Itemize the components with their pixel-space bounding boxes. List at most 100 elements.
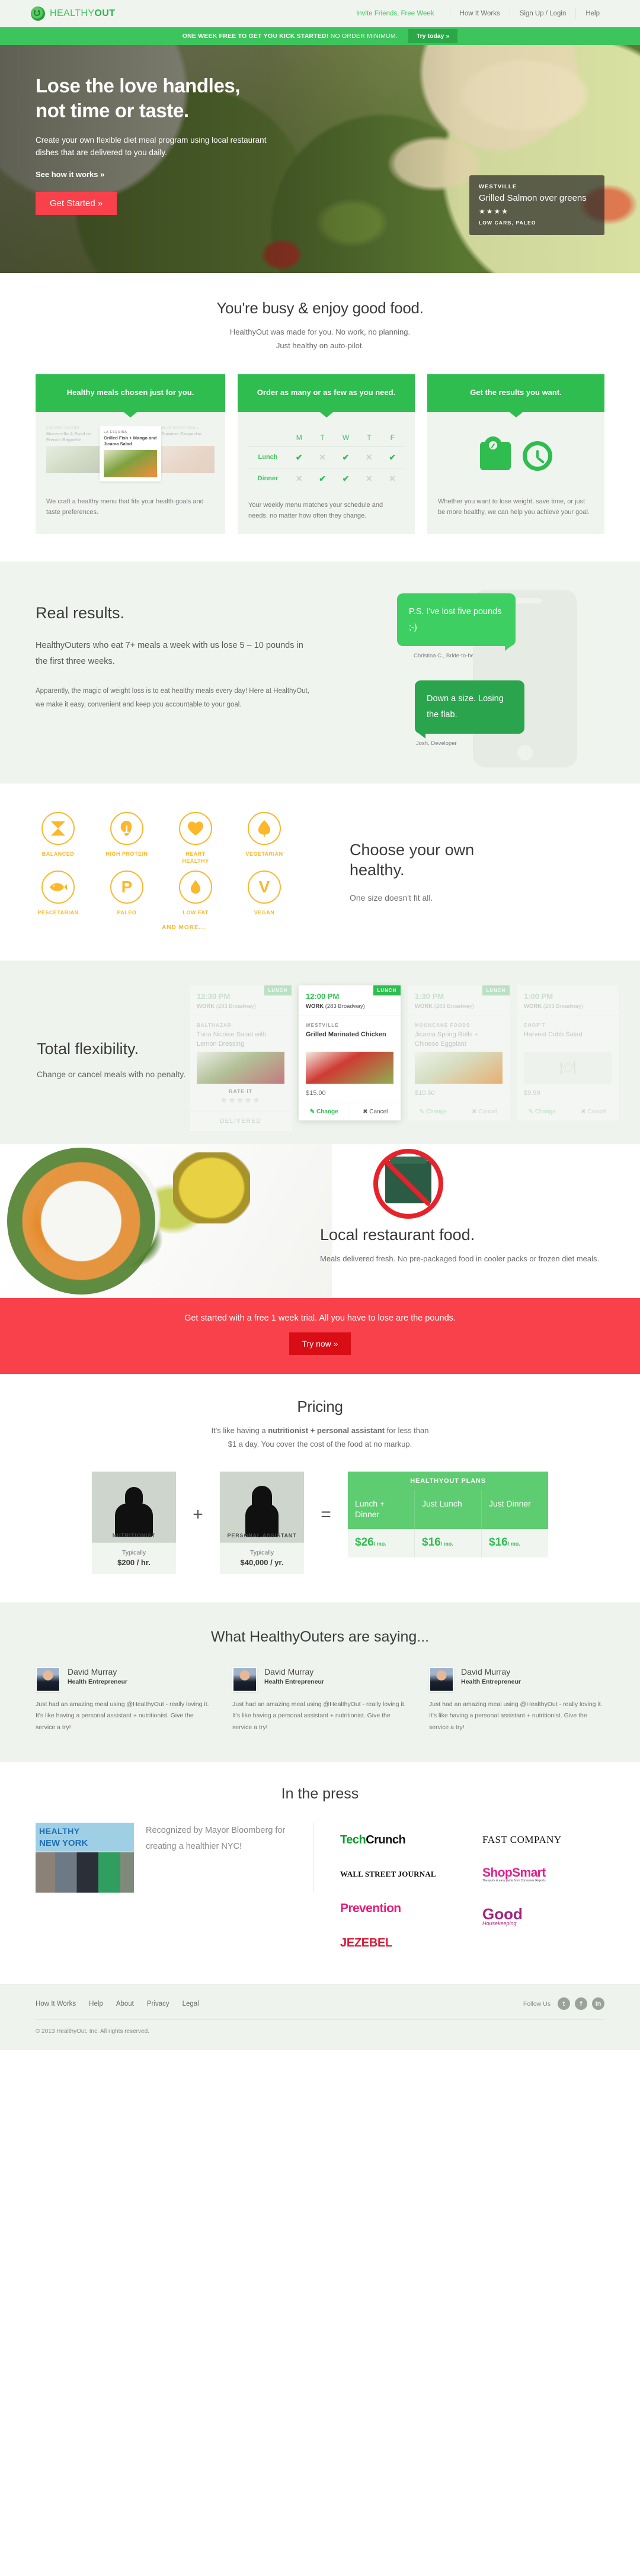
meal-placeholder-icon: 🍽 <box>524 1052 612 1084</box>
nav-signup-login[interactable]: Sign Up / Login <box>509 8 576 19</box>
pricing-lead-bold: nutritionist + personal assistant <box>268 1426 385 1435</box>
footer-social: Follow Us t f in <box>523 1997 604 2010</box>
total-flexibility-section: Total flexibility. Change or cancel meal… <box>0 961 640 1145</box>
droplet-icon <box>179 871 212 904</box>
nav-how-it-works[interactable]: How It Works <box>449 8 510 19</box>
meal-rate-it-label: RATE IT <box>229 1088 252 1095</box>
testimonial-text: Just had an amazing meal using @HealthyO… <box>232 1700 406 1731</box>
hero-see-how-it-works-link[interactable]: See how it works » <box>36 170 104 179</box>
cross-icon: ✕ <box>366 473 373 483</box>
check-icon: ✔ <box>342 473 350 483</box>
busy-lead: HealthyOut was made for you. No work, no… <box>0 326 640 353</box>
meal-card-delivered[interactable]: LUNCH 12:30 PM WORK (283 Broadway) BALTH… <box>190 985 292 1132</box>
press-logo-wsj: WALL STREET JOURNAL <box>340 1870 436 1879</box>
healthyout-plans-table: HEALTHYOUT PLANS Lunch + Dinner Just Lun… <box>348 1471 548 1574</box>
meal-cancel-button[interactable]: ✖ Cancel <box>567 1103 619 1121</box>
press-logo-shopsmart: ShopSmart The quick & easy guide from Con… <box>482 1866 546 1883</box>
diet-option-low-fat[interactable]: LOW FAT <box>173 871 218 916</box>
press-section: In the press HEALTHY NEW YORK Recognized… <box>0 1762 640 1984</box>
footer-link-how-it-works[interactable]: How It Works <box>36 2000 76 2008</box>
mini-menu-item-center[interactable]: LA ESQUINA Grilled Fish + Mango and Jica… <box>100 426 161 481</box>
choose-title: Choose your own healthy. <box>350 840 474 881</box>
hero-subheadline: Create your own flexible diet meal progr… <box>36 136 267 158</box>
footer-link-legal[interactable]: Legal <box>183 2000 199 2008</box>
nav-help[interactable]: Help <box>575 8 609 19</box>
results-body-text: Apparently, the magic of weight loss is … <box>36 688 309 708</box>
drumstick-icon <box>110 812 143 846</box>
diet-option-pescetarian[interactable]: PESCETARIAN <box>36 871 81 916</box>
press-photo-banner-2: NEW YORK <box>39 1838 88 1849</box>
meal-restaurant: MOONCAKE FOODS <box>415 1023 471 1029</box>
hero-get-started-button[interactable]: Get Started » <box>36 192 117 215</box>
twitter-icon[interactable]: t <box>558 1997 570 2010</box>
meal-card-active[interactable]: LUNCH 12:00 PM WORK (283 Broadway) WESTV… <box>299 985 401 1121</box>
cta-try-now-button[interactable]: Try now » <box>289 1332 351 1356</box>
meal-card-upcoming-2[interactable]: 1:00 PM WORK (283 Broadway) CHOP'T Harve… <box>517 985 619 1121</box>
pencil-icon: ✎ <box>528 1109 534 1116</box>
diet-option-vegan[interactable]: V VEGAN <box>242 871 287 916</box>
avatar <box>232 1666 257 1692</box>
linkedin-icon[interactable]: in <box>592 1997 604 2010</box>
footer-links: How It Works Help About Privacy Legal <box>36 2000 199 2008</box>
brand-logo[interactable]: HEALTHYOUT <box>31 7 115 21</box>
testimonial-role: Health Entrepreneur <box>461 1678 521 1685</box>
mini-menu-restaurant: LIBRARY TAVERN <box>46 426 79 430</box>
mini-menu-dish: Summer Gazpacho <box>161 431 201 436</box>
diet-option-high-protein[interactable]: HIGH PROTEIN <box>104 812 149 865</box>
meal-dish: Grilled Marinated Chicken <box>306 1031 386 1039</box>
meal-cancel-button[interactable]: ✖ Cancel <box>349 1103 401 1121</box>
choose-subtitle: One size doesn't fit all. <box>350 893 433 903</box>
bloomberg-award-photo: HEALTHY NEW YORK <box>36 1823 134 1893</box>
check-icon: ✔ <box>319 473 326 483</box>
schedule-row-label: Dinner <box>248 467 287 489</box>
facebook-icon[interactable]: f <box>575 1997 587 2010</box>
feature-card-results: Get the results you want. Whether you wa… <box>427 374 604 534</box>
salad-bowl-photo <box>7 1148 155 1295</box>
equals-operator: = <box>321 1505 331 1525</box>
meal-badge-diet-tags: LOW CARB, PALEO <box>479 220 536 226</box>
diet-option-paleo[interactable]: P PALEO <box>104 871 149 916</box>
feature-card-1-text: We craft a healthy menu that fits your h… <box>46 497 204 516</box>
diet-option-vegetarian[interactable]: VEGETARIAN <box>242 812 287 865</box>
nav-invite-friends[interactable]: Invite Friends, Free Week <box>356 10 449 17</box>
meal-badge-restaurant: WESTVILLE <box>479 184 517 190</box>
meal-change-button[interactable]: ✎ Change <box>517 1103 568 1120</box>
testimonial-card-3: David Murray Health Entrepreneur Just ha… <box>429 1666 604 1733</box>
promo-banner: ONE WEEK FREE TO GET YOU KICK STARTED! N… <box>0 27 640 45</box>
diet-label: HIGH PROTEIN <box>105 851 148 857</box>
footer-link-privacy[interactable]: Privacy <box>147 2000 169 2008</box>
feature-card-3-header: Get the results you want. <box>427 374 604 412</box>
hero-meal-badge: WESTVILLE Grilled Salmon over greens ★★★… <box>469 175 604 235</box>
meal-tag-badge: LUNCH <box>482 985 510 996</box>
meal-change-button[interactable]: ✎ Change <box>299 1103 350 1120</box>
cross-icon: ✖ <box>472 1109 477 1116</box>
meal-price: $9.99 <box>524 1090 540 1097</box>
diet-label: HEART HEALTHY <box>182 851 209 865</box>
diet-option-balanced[interactable]: BALANCED <box>36 812 81 865</box>
busy-section: You're busy & enjoy good food. HealthyOu… <box>0 273 640 561</box>
footer-link-help[interactable]: Help <box>89 2000 103 2008</box>
schedule-row-dinner: Dinner ✕ ✔ ✔ ✕ ✕ <box>248 467 404 489</box>
meal-price: $15.00 <box>306 1090 326 1097</box>
meal-location: WORK (283 Broadway) <box>415 1003 474 1010</box>
pricing-cost: $40,000 / yr. <box>240 1557 284 1567</box>
meal-change-button[interactable]: ✎ Change <box>408 1103 459 1120</box>
meal-photo <box>306 1052 393 1084</box>
testimonials-section: What HealthyOuters are saying... David M… <box>0 1602 640 1762</box>
meal-dish: Harvest Cobb Salad <box>524 1031 583 1039</box>
footer-link-about[interactable]: About <box>116 2000 134 2008</box>
diet-option-heart-healthy[interactable]: HEART HEALTHY <box>173 812 218 865</box>
brand-wordmark: HEALTHYOUT <box>50 8 116 18</box>
meal-photo <box>415 1052 503 1084</box>
meal-card-upcoming-1[interactable]: LUNCH 1:30 PM WORK (283 Broadway) MOONCA… <box>408 985 510 1121</box>
meal-cancel-button[interactable]: ✖ Cancel <box>458 1103 510 1121</box>
meal-star-rating[interactable]: ★★★★★ <box>197 1096 284 1105</box>
diet-label: VEGAN <box>254 910 275 916</box>
feature-card-2-header: Order as many or as few as you need. <box>238 374 415 412</box>
plan-price-just-lunch: $16/ mo. <box>414 1529 481 1558</box>
promo-try-today-button[interactable]: Try today » <box>408 28 458 44</box>
pencil-icon: ✎ <box>419 1109 425 1116</box>
schedule-row-label: Lunch <box>248 446 287 468</box>
plus-operator: + <box>193 1505 203 1525</box>
mini-menu-restaurant: LA ESQUINA <box>104 430 127 434</box>
